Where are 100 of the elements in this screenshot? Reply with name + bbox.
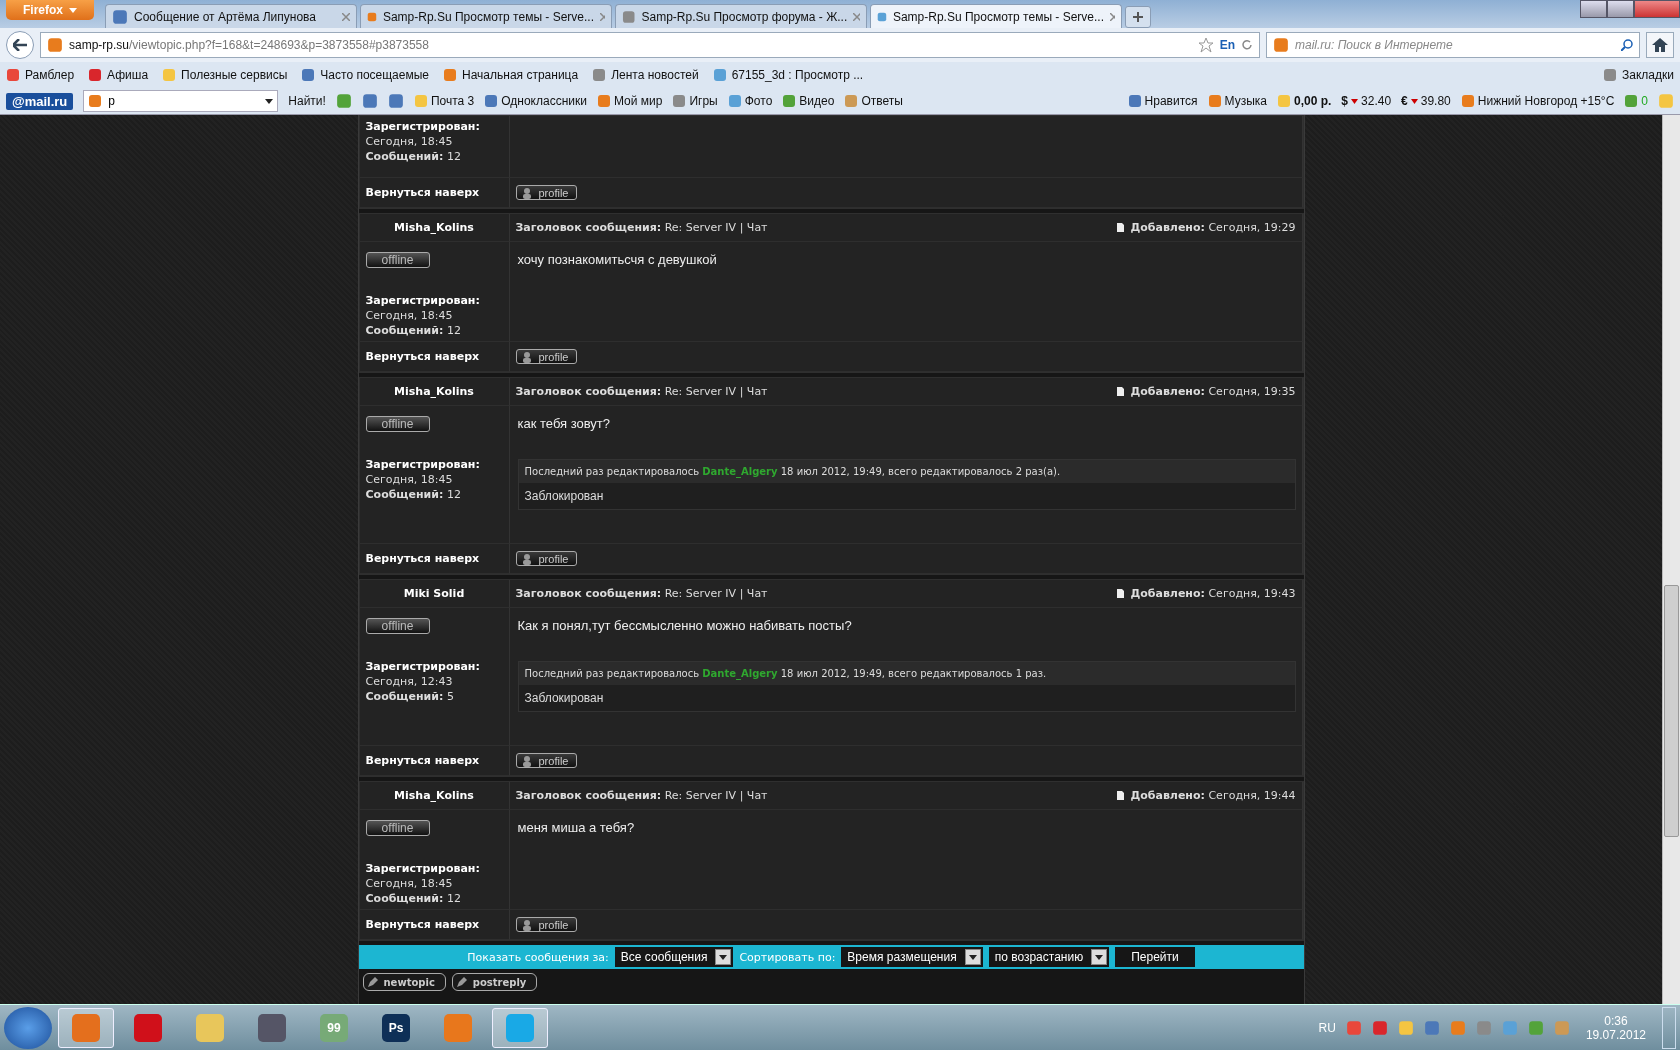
profile-button[interactable]: profile [515,917,578,932]
close-icon[interactable] [1110,12,1115,21]
show-desktop-button[interactable] [1662,1006,1676,1049]
author-name[interactable]: Miki Solid [365,587,503,600]
back-to-top-link[interactable]: Вернуться наверх [365,754,480,767]
post-text: хочу познакомитьсчя с девушкой [517,252,718,267]
back-to-top-link[interactable]: Вернуться наверх [365,918,480,931]
app-icon: 99 [320,1013,348,1042]
registered-date: Сегодня, 18:45 [365,309,453,322]
toolbar-link[interactable]: Мой мир [596,94,663,108]
scrollbar-thumb[interactable] [1664,585,1679,837]
new-tab-button[interactable] [1125,6,1151,28]
taskbar-app[interactable] [492,1007,548,1048]
service-icon [1127,94,1142,108]
profile-button[interactable]: profile [515,551,578,566]
currency-rate[interactable]: € 39.80 [1401,94,1451,108]
post-count: Сообщений: 12 [365,488,461,501]
profile-button[interactable]: profile [515,349,578,364]
forum-action-button[interactable]: newtopic [362,973,446,991]
back-to-top-link[interactable]: Вернуться наверх [365,552,480,565]
bookmark-icon [6,68,20,82]
service-icon [1207,94,1222,108]
profile-button[interactable]: profile [515,753,578,768]
bookmark-link[interactable]: Часто посещаемые [301,68,429,82]
app-icon [506,1013,534,1042]
home-button[interactable] [1646,32,1674,58]
weather-button[interactable]: Нижний Новгород +15°C [1460,94,1615,108]
dropdown-icon [964,949,981,965]
currency-rate[interactable]: $ 32.40 [1341,94,1392,108]
period-select[interactable]: Все сообщения [614,947,734,967]
sort-select[interactable]: Время размещения [841,947,983,967]
start-button[interactable] [4,1006,52,1049]
address-bar[interactable]: samp-rp.su/viewtopic.php?f=168&t=248693&p=3873558#p3873558 En [40,32,1260,58]
service-icon [672,94,687,108]
bookmark-link[interactable]: Лента новостей [592,68,699,82]
toolbar-link[interactable]: Ответы [844,94,903,108]
forum-action-button[interactable]: postreply [451,973,538,991]
tray-icon [1345,1019,1362,1036]
post-date: Добавлено: Сегодня, 19:44 [1130,789,1296,802]
caret-icon [69,7,77,13]
back-to-top-link[interactable]: Вернуться наверх [365,350,480,363]
bookmark-link[interactable]: Полезные сервисы [162,68,288,82]
browser-tab[interactable]: Samp-Rp.Su Просмотр темы - Serve... [870,4,1122,28]
toolbar-link[interactable]: Игры [672,94,718,108]
close-icon[interactable] [600,12,605,21]
back-button[interactable] [6,31,34,59]
tray-icon [1449,1019,1466,1036]
search-icon[interactable] [1621,39,1633,51]
order-select[interactable]: по возрастанию [988,947,1110,967]
bookmark-link[interactable]: 67155_3d : Просмотр ... [712,68,864,82]
browser-tab[interactable]: Samp-Rp.Su Просмотр темы - Serve... [360,4,612,28]
browser-tab[interactable]: Сообщение от Артёма Липунова [105,4,357,28]
site-favicon-icon [47,37,63,53]
editor-link[interactable]: Dante_Algery [702,466,778,477]
toolbar-search-field[interactable]: р [83,90,279,112]
toolbar-link[interactable]: Почта 3 [413,94,475,108]
user-icon [520,918,533,931]
taskbar-app[interactable]: Ps [368,1007,424,1048]
pencil-icon [456,977,467,987]
taskbar-app[interactable] [58,1007,114,1048]
post-count: Сообщений: 12 [365,150,461,163]
bookmark-link[interactable]: Рамблер [6,68,75,82]
toolbar-link[interactable]: Музыка [1207,94,1267,108]
bookmark-link[interactable]: Афиша [88,68,149,82]
find-button[interactable]: Найти! [288,94,326,108]
back-to-top-link[interactable]: Вернуться наверх [365,186,480,199]
author-name[interactable]: Misha_Kolins [365,385,503,398]
language-indicator[interactable]: En [1219,38,1235,52]
bookmark-icon [592,68,607,82]
bookmark-link[interactable]: Начальная страница [443,68,579,82]
toolbar-link[interactable]: Фото [727,94,773,108]
minimize-button[interactable] [1580,0,1607,18]
mail-logo[interactable]: @mail.ru [6,92,74,110]
app-icon [258,1013,286,1042]
go-button[interactable]: Перейти [1115,947,1195,967]
bookmark-icon [301,68,316,82]
url-path: /viewtopic.php?f=168&t=248693&p=3873558#p3873558 [129,38,430,52]
balance-button[interactable]: 0,00 р. [1277,94,1332,108]
registered-date: Сегодня, 18:45 [365,877,453,890]
toolbar-link[interactable]: Видео [782,94,835,108]
reload-icon[interactable] [1241,39,1253,51]
toolbar-link[interactable]: Нравится [1127,94,1198,108]
tray-icon [1423,1019,1440,1036]
tray-icon [1475,1019,1492,1036]
close-button[interactable] [1634,0,1680,18]
author-name[interactable]: Misha_Kolins [365,221,503,234]
service-icon [727,94,742,108]
close-icon[interactable] [342,12,350,21]
close-icon[interactable] [853,12,860,21]
toolbar-link[interactable]: Одноклассники [484,94,587,108]
maximize-button[interactable] [1607,0,1634,18]
search-field[interactable]: mail.ru: Поиск в Интернете [1266,32,1640,58]
author-name[interactable]: Misha_Kolins [365,789,503,802]
scrollbar[interactable] [1662,115,1680,1004]
bookmarks-menu[interactable]: Закладки [1603,68,1674,82]
browser-tab[interactable]: Samp-Rp.Su Просмотр форума - Ж... [615,4,867,28]
editor-link[interactable]: Dante_Algery [702,668,778,679]
profile-button[interactable]: profile [515,185,578,200]
plus-icon [1133,11,1143,22]
back-arrow-icon [13,39,27,51]
